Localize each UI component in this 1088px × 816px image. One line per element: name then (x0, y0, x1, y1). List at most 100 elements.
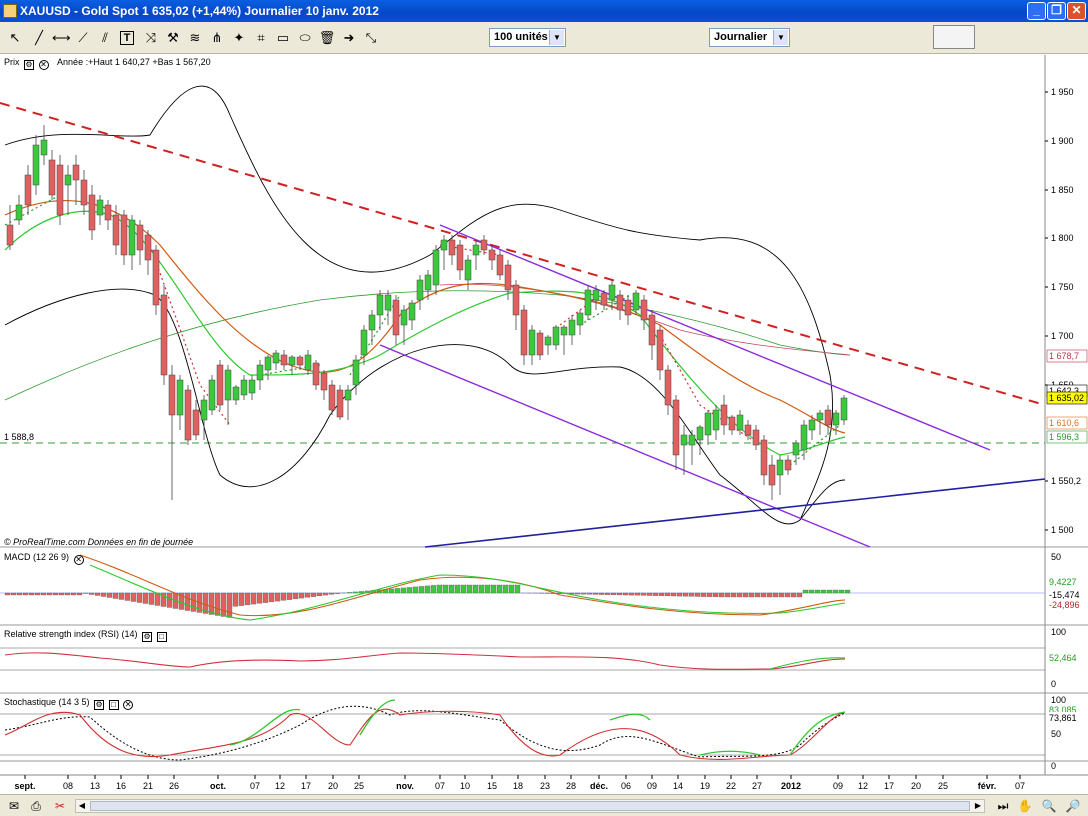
macd-tick-label: 50 (1051, 552, 1061, 562)
line-icon[interactable]: ╱ (30, 29, 48, 47)
window-icon[interactable]: □ (156, 632, 167, 642)
time-axis-label: 20 (911, 781, 921, 791)
macd-histogram-bar (838, 589, 845, 594)
candle (664, 369, 672, 406)
candle (184, 389, 192, 441)
scissors-icon[interactable]: ✂ (52, 798, 68, 814)
chart-area[interactable]: 1 9501 9001 8501 8001 7501 7001 6501 550… (0, 55, 1088, 794)
macd-histogram-bar (454, 584, 461, 594)
time-axis-label: 12 (275, 781, 285, 791)
candle (688, 434, 696, 446)
scroll-thumb[interactable] (90, 801, 970, 811)
tools-icon[interactable]: ⚒ (164, 29, 182, 47)
fast-forward-icon[interactable]: ⏭ (995, 798, 1011, 814)
chart-style-icon[interactable] (933, 25, 975, 49)
channel-icon[interactable]: ⫽ (96, 29, 114, 47)
candle (128, 219, 136, 256)
macd-tag-label: 9,4227 (1049, 577, 1077, 587)
close-button[interactable]: ✕ (1067, 2, 1086, 20)
candle (48, 159, 56, 196)
candle (744, 424, 752, 436)
macd-histogram-bar (250, 592, 257, 605)
wrench-icon[interactable]: ⚙ (142, 632, 153, 642)
candle (56, 164, 64, 216)
candle (96, 199, 104, 216)
zoom-icon[interactable]: ⤡ (362, 29, 380, 47)
macd-histogram-bar (700, 592, 707, 597)
window-icon[interactable]: □ (108, 700, 119, 710)
macd-histogram-bar (820, 589, 827, 594)
hline-icon[interactable]: ⟷ (52, 29, 71, 47)
fibonacci-icon[interactable]: ⤨ (142, 29, 160, 47)
macd-histogram-bar (802, 589, 809, 594)
text-icon[interactable]: T (120, 31, 134, 45)
minimize-button[interactable]: _ (1027, 2, 1046, 20)
toolbar: ↖ ╱ ⟷ ⟋ ⫽ T ⤨ ⚒ ≋ ⋔ ✦ ⌗ ▭ ⬭ 🗑 ➜ ⤡ 100 un… (0, 22, 1088, 54)
candle (576, 312, 584, 326)
candle (376, 294, 384, 316)
time-axis-label: 18 (513, 781, 523, 791)
macd-histogram-bar (334, 592, 341, 594)
candle (360, 329, 368, 356)
macd-histogram-bar (784, 592, 791, 598)
candle (456, 244, 464, 271)
time-axis-label: févr. (978, 781, 997, 791)
horizontal-scrollbar[interactable]: ◀ ▶ (75, 799, 985, 813)
shape-icon[interactable]: ⌗ (252, 29, 270, 47)
candle (720, 404, 728, 426)
close-icon[interactable]: ✕ (123, 700, 134, 710)
rect-icon[interactable]: ▭ (274, 29, 292, 47)
gann-icon[interactable]: ✦ (230, 29, 248, 47)
candle (832, 412, 840, 426)
macd-histogram-bar (148, 592, 155, 605)
close-icon[interactable]: ✕ (73, 555, 84, 565)
candle (296, 356, 304, 366)
zoom-in-icon[interactable]: 🔎 (1065, 798, 1081, 814)
wrench-icon[interactable]: ⚙ (94, 700, 105, 710)
price-tick-label: 1 750 (1051, 282, 1074, 292)
macd-histogram-bar (832, 589, 839, 594)
price-panel-title: Prix (4, 57, 20, 67)
candle (344, 389, 352, 401)
scroll-right-icon[interactable]: ▶ (972, 800, 984, 812)
level-label: 1 588,8 (4, 432, 34, 442)
trendline-icon[interactable]: ⟋ (74, 29, 92, 47)
print-icon[interactable]: ⎙ (28, 798, 44, 814)
ellipse-icon[interactable]: ⬭ (296, 29, 314, 47)
time-axis-label: 07 (250, 781, 260, 791)
hand-icon[interactable]: ✋ (1017, 798, 1033, 814)
bollinger-lower (4, 288, 846, 525)
candle (192, 409, 200, 436)
candle (768, 464, 776, 486)
candle (448, 239, 456, 256)
wrench-icon[interactable]: ⚙ (24, 60, 35, 70)
candle (480, 239, 488, 251)
candle (672, 399, 680, 456)
macd-histogram-bar (754, 592, 761, 598)
macd-histogram-bar (646, 592, 653, 596)
pitchfork-icon[interactable]: ⋔ (208, 29, 226, 47)
macd-histogram-bar (682, 592, 689, 597)
cursor-icon[interactable]: ↖ (6, 29, 24, 47)
candle (272, 352, 280, 364)
scroll-left-icon[interactable]: ◀ (76, 800, 88, 812)
units-select[interactable]: 100 unités ▼ (489, 28, 566, 47)
stoch-tick-label: 50 (1051, 729, 1061, 739)
macd-histogram-bar (478, 584, 485, 594)
chart-canvas[interactable]: 1 9501 9001 8501 8001 7501 7001 6501 550… (0, 55, 1088, 794)
macd-histogram-bar (226, 592, 233, 618)
mail-icon[interactable]: ✉ (6, 798, 22, 814)
maximize-button[interactable]: ❐ (1047, 2, 1066, 20)
macd-histogram-bar (424, 585, 431, 594)
candle (680, 434, 688, 446)
macd-histogram-bar (292, 592, 299, 600)
delete-icon[interactable]: 🗑 (318, 29, 336, 47)
zoom-out-icon[interactable]: 🔍 (1041, 798, 1057, 814)
macd-histogram-bar (22, 592, 29, 596)
time-axis-label: 22 (726, 781, 736, 791)
close-icon[interactable]: ✕ (38, 60, 49, 70)
price-tag-label: 1 635,02 (1049, 393, 1084, 403)
arrow-icon[interactable]: ➜ (340, 29, 358, 47)
period-select[interactable]: Journalier ▼ (709, 28, 790, 47)
wave-icon[interactable]: ≋ (186, 29, 204, 47)
